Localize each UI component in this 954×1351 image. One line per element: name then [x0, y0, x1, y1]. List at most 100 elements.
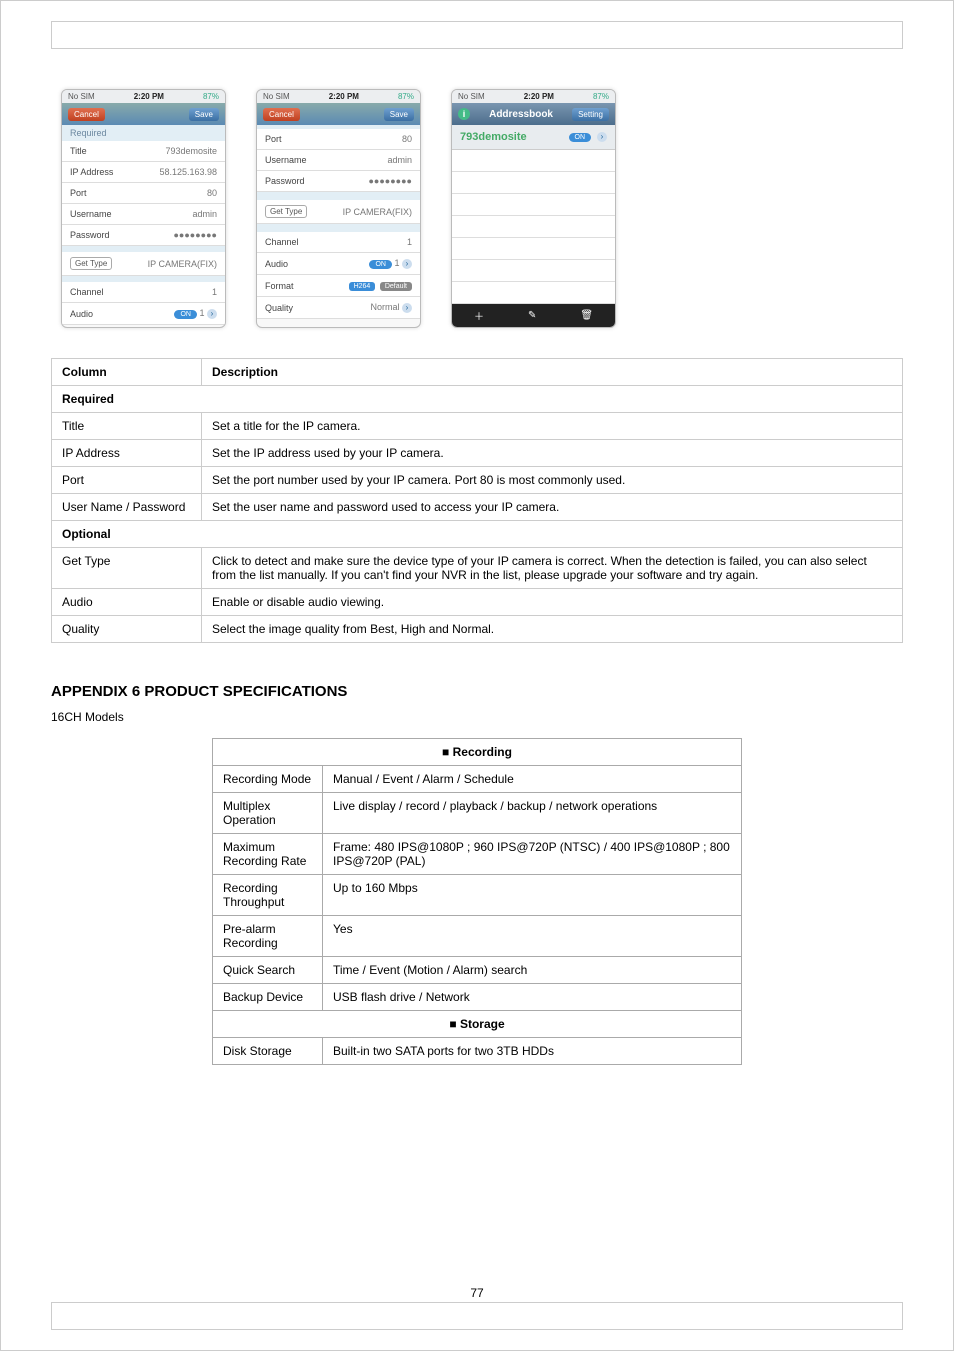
- cell-col: Pre-alarm Recording: [213, 916, 323, 957]
- label: Port: [70, 188, 87, 198]
- row-username[interactable]: Usernameadmin: [257, 150, 420, 171]
- status-time: 2:20 PM: [134, 92, 164, 101]
- cell-col: IP Address: [52, 440, 202, 467]
- addressbook-entry[interactable]: 793demosite ON ›: [452, 125, 615, 150]
- row-password[interactable]: Password●●●●●●●●: [62, 225, 225, 246]
- row-port[interactable]: Port 80: [62, 183, 225, 204]
- cell-desc: Time / Event (Motion / Alarm) search: [323, 957, 742, 984]
- cell-desc: Click to detect and make sure the device…: [202, 548, 903, 589]
- save-button[interactable]: Save: [384, 108, 414, 121]
- label: Format: [265, 281, 294, 291]
- row-channel: Channel1: [62, 282, 225, 303]
- cell-desc: Set the port number used by your IP came…: [202, 467, 903, 494]
- status-left: No SIM: [263, 92, 290, 101]
- add-icon[interactable]: ＋: [474, 308, 484, 323]
- phone-left: No SIM 2:20 PM 87% Cancel Save Required …: [61, 89, 226, 328]
- row-gettype[interactable]: Get Type IP CAMERA(FIX): [257, 200, 420, 224]
- page-header-box: [51, 21, 903, 49]
- navbar: Cancel Save: [62, 103, 225, 125]
- cell-desc: Up to 160 Mbps: [323, 875, 742, 916]
- row-channel: Channel1: [257, 232, 420, 253]
- label: Channel: [265, 237, 299, 247]
- th-column: Column: [52, 359, 202, 386]
- cell-col: Audio: [52, 589, 202, 616]
- gettype-button[interactable]: Get Type: [265, 205, 307, 218]
- status-left: No SIM: [68, 92, 95, 101]
- gettype-button[interactable]: Get Type: [70, 257, 112, 270]
- trash-icon[interactable]: 🗑: [580, 310, 593, 321]
- save-button[interactable]: Save: [189, 108, 219, 121]
- cell-desc: Set the IP address used by your IP camer…: [202, 440, 903, 467]
- value: 80: [207, 188, 217, 198]
- cancel-button[interactable]: Cancel: [263, 108, 300, 121]
- label: IP Address: [70, 167, 113, 177]
- chevron-right-icon[interactable]: ›: [597, 132, 607, 142]
- page-number: 77: [1, 1286, 953, 1300]
- row-password[interactable]: Password●●●●●●●●: [257, 171, 420, 192]
- label: Port: [265, 134, 282, 144]
- info-icon[interactable]: i: [458, 108, 470, 120]
- chevron-right-icon[interactable]: ›: [402, 259, 412, 269]
- page-footer-box: [51, 1302, 903, 1330]
- cell-desc: Set the user name and password used to a…: [202, 494, 903, 521]
- label: Audio: [70, 309, 93, 319]
- subheader-required: Required: [52, 386, 903, 413]
- gettype-value: IP CAMERA(FIX): [343, 207, 412, 217]
- nav-title: Addressbook: [489, 109, 553, 120]
- bottom-toolbar: ＋ ✎ 🗑: [452, 304, 615, 327]
- cell-desc: Set a title for the IP camera.: [202, 413, 903, 440]
- entry-name: 793demosite: [460, 131, 569, 143]
- edit-icon[interactable]: ✎: [528, 310, 536, 321]
- navbar: Cancel Save: [257, 103, 420, 125]
- row-audio[interactable]: Audio ON 1 ›: [62, 303, 225, 325]
- cell-col: Title: [52, 413, 202, 440]
- cell-desc: Built-in two SATA ports for two 3TB HDDs: [323, 1038, 742, 1065]
- row-quality[interactable]: Quality Normal ›: [257, 297, 420, 319]
- format-default-tag[interactable]: Default: [380, 282, 412, 291]
- cell-desc: USB flash drive / Network: [323, 984, 742, 1011]
- column-description-table: Column Description Required TitleSet a t…: [51, 358, 903, 643]
- entry-toggle[interactable]: ON: [569, 133, 592, 142]
- chevron-right-icon[interactable]: ›: [402, 303, 412, 313]
- label: Quality: [265, 303, 293, 313]
- cell-col: Quick Search: [213, 957, 323, 984]
- value: 58.125.163.98: [159, 167, 217, 177]
- label: Audio: [265, 259, 288, 269]
- audio-toggle[interactable]: ON: [174, 310, 197, 319]
- status-battery: 87%: [398, 92, 414, 101]
- row-format[interactable]: Format H264 Default: [257, 275, 420, 297]
- status-battery: 87%: [593, 92, 609, 101]
- value: 80: [402, 134, 412, 144]
- setting-button[interactable]: Setting: [572, 108, 609, 121]
- status-time: 2:20 PM: [329, 92, 359, 101]
- row-ip[interactable]: IP Address 58.125.163.98: [62, 162, 225, 183]
- label: Username: [70, 209, 112, 219]
- spec-header-storage: ■ Storage: [213, 1011, 742, 1038]
- cell-desc: Enable or disable audio viewing.: [202, 589, 903, 616]
- value: 793demosite: [165, 146, 217, 156]
- status-bar: No SIM 2:20 PM 87%: [452, 90, 615, 103]
- row-title[interactable]: Title793demosite: [62, 141, 225, 162]
- spec-header-recording: ■ Recording: [213, 739, 742, 766]
- status-battery: 87%: [203, 92, 219, 101]
- navbar: i Addressbook Setting: [452, 103, 615, 125]
- row-audio[interactable]: Audio ON 1 ›: [257, 253, 420, 275]
- cancel-button[interactable]: Cancel: [68, 108, 105, 121]
- cell-col: Recording Throughput: [213, 875, 323, 916]
- row-port[interactable]: Port 80: [257, 129, 420, 150]
- value: ●●●●●●●●: [174, 230, 218, 240]
- cell-col: Quality: [52, 616, 202, 643]
- row-username[interactable]: Username admin: [62, 204, 225, 225]
- cell-col: Recording Mode: [213, 766, 323, 793]
- audio-toggle[interactable]: ON: [369, 260, 392, 269]
- empty-list: [452, 150, 615, 304]
- cell-col: Port: [52, 467, 202, 494]
- value: ●●●●●●●●: [369, 176, 413, 186]
- th-description: Description: [202, 359, 903, 386]
- chevron-right-icon[interactable]: ›: [207, 309, 217, 319]
- row-gettype[interactable]: Get TypeIP CAMERA(FIX): [62, 252, 225, 276]
- format-h264-tag[interactable]: H264: [349, 282, 376, 291]
- value: admin: [192, 209, 217, 219]
- status-left: No SIM: [458, 92, 485, 101]
- quality-value: Normal: [370, 302, 399, 312]
